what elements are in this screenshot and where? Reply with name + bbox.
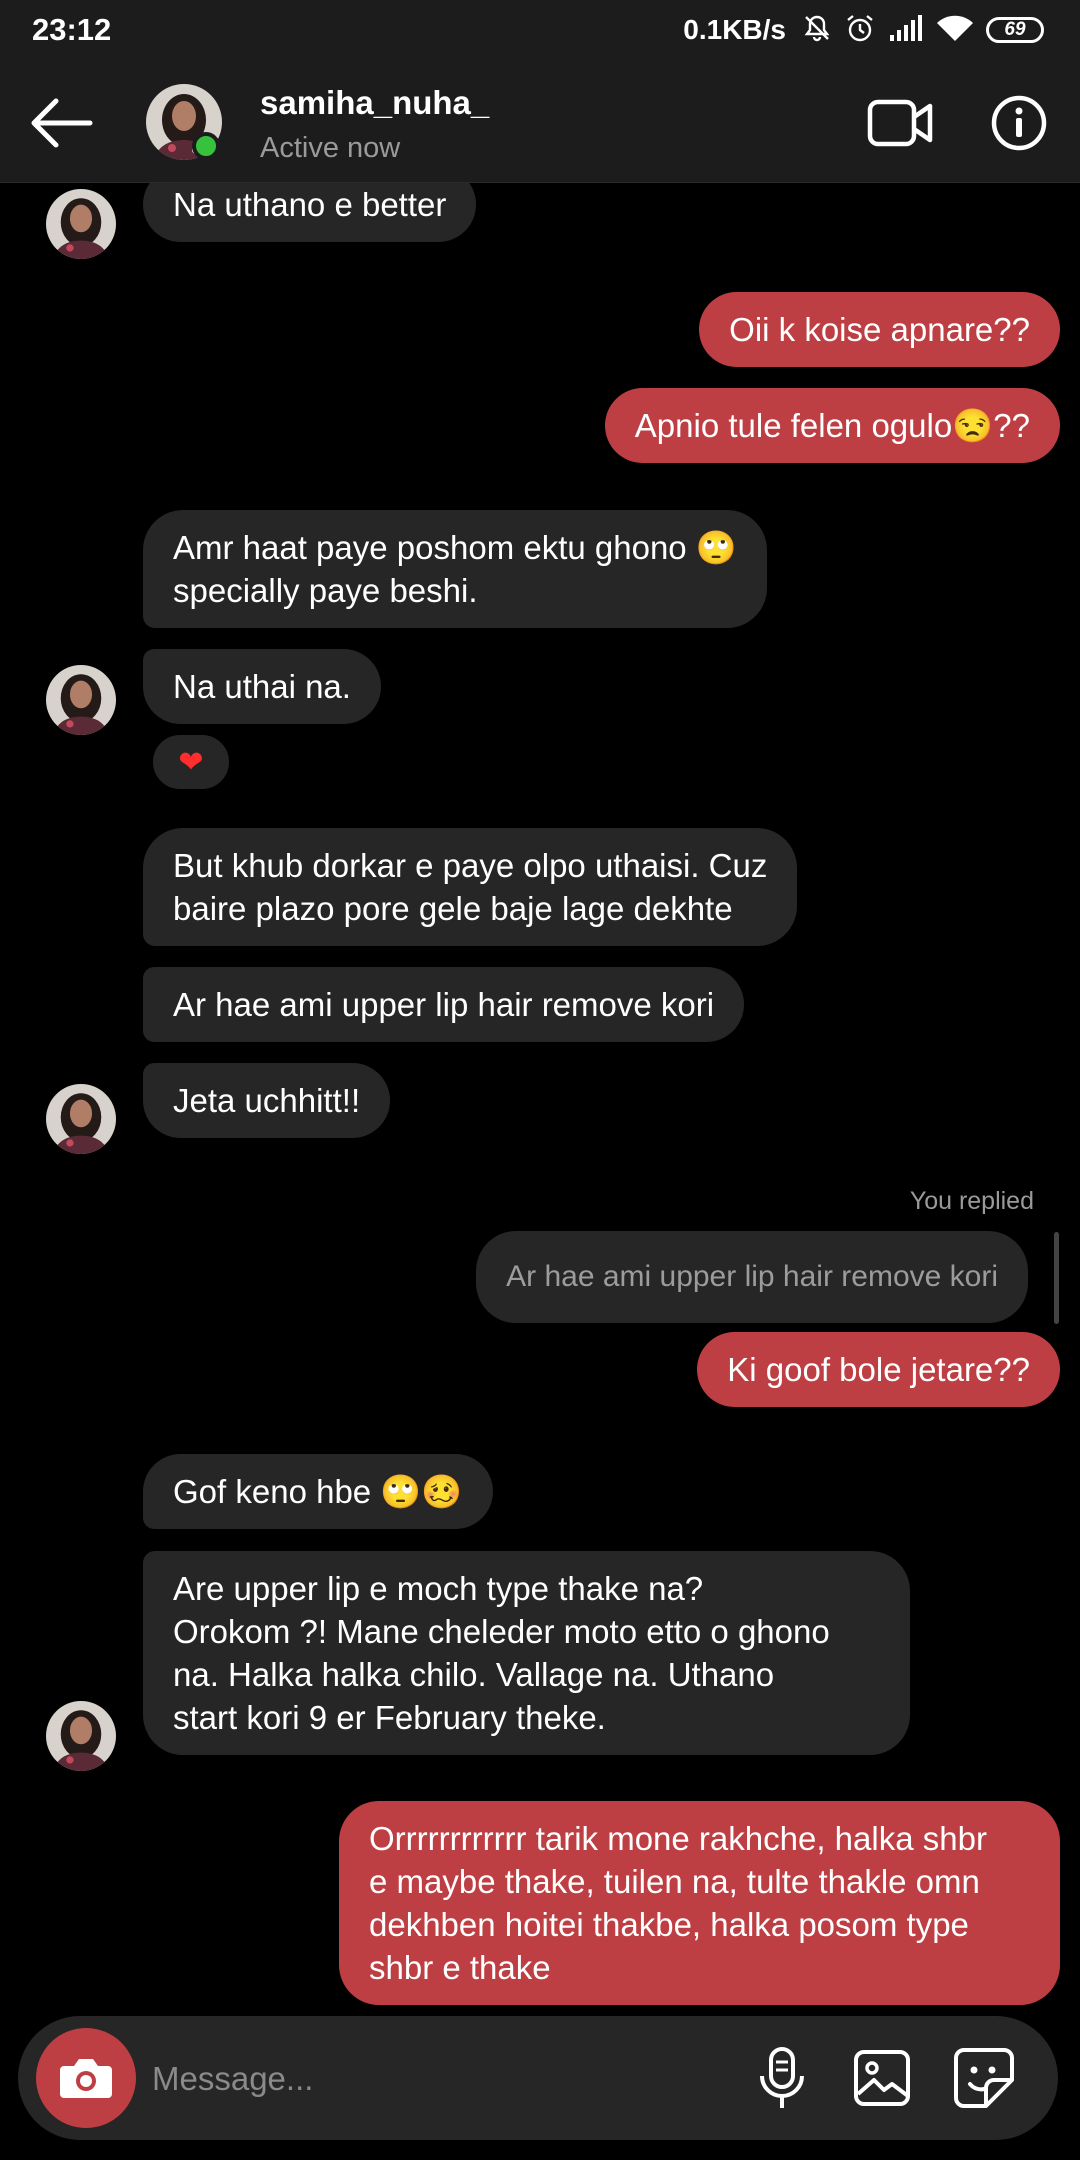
sender-avatar[interactable] [46, 665, 116, 735]
video-call-button[interactable] [866, 96, 936, 150]
heart-reaction[interactable]: ❤ [150, 732, 232, 792]
status-icons: 0.1KB/s 69 [683, 10, 1044, 50]
sender-avatar[interactable] [46, 189, 116, 259]
wifi-icon [936, 13, 974, 48]
camera-button[interactable] [36, 2028, 136, 2128]
incoming-message[interactable]: Jeta uchhitt!! [143, 1063, 391, 1138]
gallery-button[interactable] [852, 2048, 912, 2108]
network-speed: 0.1KB/s [683, 14, 786, 45]
camera-icon [60, 2059, 112, 2098]
microphone-button[interactable] [754, 2046, 810, 2112]
chat-header: samiha_nuha_ Active now [0, 62, 1080, 183]
incoming-message[interactable]: Na uthai na. [143, 649, 381, 724]
sender-avatar[interactable] [46, 1084, 116, 1154]
reply-indicator-bar [1054, 1232, 1059, 1324]
info-icon [991, 95, 1047, 151]
video-call-icon [867, 99, 933, 147]
reply-label: You replied [909, 1187, 1034, 1215]
microphone-icon [760, 2047, 804, 2108]
sender-avatar[interactable] [46, 1701, 116, 1771]
battery-level: 69 [1004, 19, 1026, 40]
sticker-icon [954, 2048, 1014, 2108]
incoming-message[interactable]: But khub dorkar e paye olpo uthaisi. Cuz… [143, 828, 798, 946]
incoming-message[interactable]: Gof keno hbe 🙄🥴 [143, 1454, 493, 1529]
mute-bell-icon [802, 13, 832, 48]
contact-status: Active now [260, 132, 401, 164]
online-indicator [192, 132, 220, 160]
status-time: 23:12 [32, 12, 112, 47]
incoming-message[interactable]: Are upper lip e moch type thake na? Orok… [143, 1551, 910, 1755]
incoming-message[interactable]: Ar hae ami upper lip hair remove kori [143, 967, 745, 1042]
message-input[interactable] [150, 2046, 714, 2112]
info-button[interactable] [990, 94, 1048, 152]
back-arrow-icon [31, 98, 93, 148]
back-button[interactable] [26, 96, 96, 150]
outgoing-message[interactable]: Ki goof bole jetare?? [697, 1332, 1060, 1407]
outgoing-message[interactable]: Orrrrrrrrrrrr tarik mone rakhche, halka … [339, 1801, 1060, 2005]
status-bar: 23:12 0.1KB/s 69 [0, 0, 1080, 62]
incoming-message[interactable]: Na uthano e better [143, 183, 477, 242]
alarm-icon [844, 12, 876, 49]
gallery-icon [854, 2050, 910, 2106]
contact-name[interactable]: samiha_nuha_ [260, 84, 489, 122]
incoming-message[interactable]: Amr haat paye poshom ektu ghono 🙄 specia… [143, 510, 767, 628]
message-list[interactable]: Na uthano e better Oii k koise apnare?? … [0, 183, 1080, 2015]
battery-icon: 69 [986, 17, 1044, 43]
message-composer [18, 2016, 1058, 2140]
quoted-message[interactable]: Ar hae ami upper lip hair remove kori [476, 1231, 1028, 1323]
outgoing-message[interactable]: Apnio tule felen ogulo😒?? [604, 388, 1060, 463]
sticker-button[interactable] [952, 2046, 1016, 2110]
signal-icon [888, 13, 924, 48]
outgoing-message[interactable]: Oii k koise apnare?? [699, 292, 1060, 367]
